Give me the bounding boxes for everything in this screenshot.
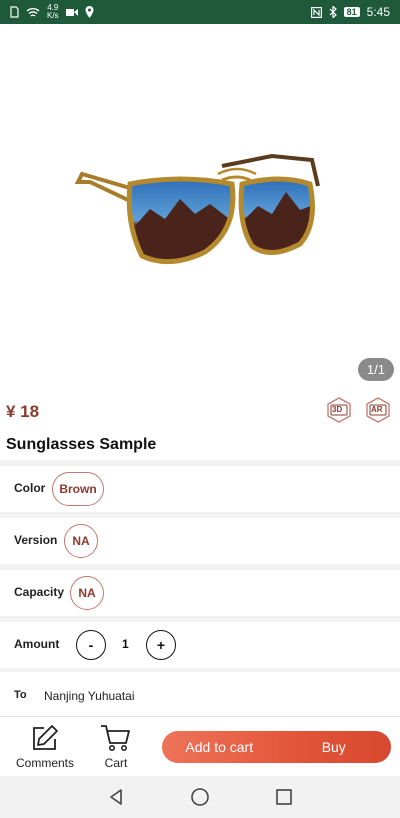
3d-label: 3D (332, 405, 343, 414)
delivery-address: Nanjing Yuhuatai (44, 689, 135, 703)
buy-button[interactable]: Buy (276, 731, 391, 763)
wifi-icon (26, 7, 40, 17)
3d-view-button[interactable]: 3D (327, 397, 351, 423)
cart-icon (101, 725, 130, 751)
product-image[interactable]: 1/1 (0, 24, 400, 394)
status-bar: 4.9 K/s 81 5:45 (0, 0, 400, 24)
system-navigation-bar (0, 776, 400, 818)
decrease-amount-button[interactable]: - (76, 630, 106, 660)
network-speed: 4.9 K/s (47, 3, 59, 20)
nfc-icon (310, 6, 322, 18)
battery-icon: 81 (343, 7, 360, 17)
product-title: Sunglasses Sample (6, 436, 157, 453)
recent-apps-icon[interactable] (274, 787, 294, 807)
clock: 5:45 (366, 5, 390, 19)
edit-icon (33, 725, 58, 750)
delivery-row[interactable]: To Nanjing Yuhuatai (0, 672, 400, 716)
version-chip-na[interactable]: NA (64, 524, 98, 558)
color-chip-brown[interactable]: Brown (52, 472, 104, 506)
version-option-row: Version NA (0, 518, 400, 564)
color-label: Color (14, 481, 46, 495)
product-price: ¥ 18 (6, 402, 40, 421)
ar-view-button[interactable]: AR (366, 397, 390, 423)
sim-icon (10, 6, 19, 18)
bottom-action-bar: Comments Cart Add to cart Buy (0, 716, 400, 776)
comments-label: Comments (16, 756, 75, 770)
amount-label: Amount (14, 637, 60, 651)
purchase-buttons: Add to cart Buy (162, 731, 391, 763)
color-option-row: Color Brown (0, 466, 400, 512)
amount-value: 1 (122, 637, 129, 651)
capacity-chip-na[interactable]: NA (70, 576, 104, 610)
title-row: Sunglasses Sample (0, 428, 400, 460)
price-row: ¥ 18 3D AR (0, 394, 400, 428)
increase-amount-button[interactable]: + (146, 630, 176, 660)
sunglasses-image (74, 153, 320, 265)
home-icon[interactable] (190, 787, 210, 807)
image-page-indicator: 1/1 (357, 358, 394, 381)
comments-button[interactable]: Comments (16, 723, 74, 770)
cart-label: Cart (104, 756, 128, 770)
capacity-option-row: Capacity NA (0, 570, 400, 616)
amount-row: Amount - 1 + (0, 622, 400, 668)
add-to-cart-button[interactable]: Add to cart (162, 731, 277, 763)
capacity-label: Capacity (14, 585, 65, 599)
back-icon[interactable] (106, 787, 126, 807)
cart-button[interactable]: Cart (100, 723, 132, 770)
delivery-label: To (14, 689, 27, 701)
video-icon (65, 8, 78, 16)
bluetooth-icon (329, 6, 337, 18)
version-label: Version (14, 533, 58, 547)
location-icon (85, 6, 94, 18)
ar-label: AR (371, 405, 383, 414)
